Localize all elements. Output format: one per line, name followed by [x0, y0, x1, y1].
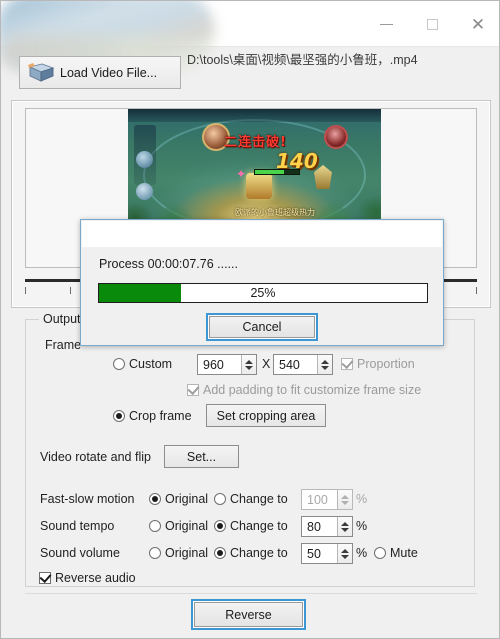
tempo-change-label: Change to	[230, 519, 288, 533]
footer-divider	[25, 593, 477, 594]
tempo-change-radio-mark	[214, 520, 226, 532]
crop-frame-radio-mark	[113, 410, 125, 422]
custom-height-arrows[interactable]	[317, 355, 332, 374]
progress-status-text: Process 00:00:07.76 ......	[99, 257, 238, 271]
motion-change-radio[interactable]: Change to	[214, 492, 288, 506]
motion-value-stepper[interactable]: 100	[301, 489, 353, 510]
add-padding-check-mark	[187, 384, 199, 396]
video-subtitle-text: 欧派的小鲁班超级热力	[235, 208, 315, 217]
mute-radio-mark	[374, 547, 386, 559]
motion-value-arrows[interactable]	[337, 490, 352, 509]
video-hero-sprite	[246, 173, 272, 199]
progress-bar: 25%	[98, 283, 428, 303]
cancel-button-focus-ring: Cancel	[206, 313, 318, 341]
video-game-topbar	[128, 109, 381, 122]
volume-value-stepper[interactable]: 50	[301, 543, 353, 564]
video-rotate-flip-label: Video rotate and flip	[40, 450, 151, 464]
custom-height-value: 540	[279, 357, 300, 372]
motion-original-label: Original	[165, 492, 209, 506]
proportion-label: Proportion	[357, 357, 415, 371]
cancel-button[interactable]: Cancel	[209, 316, 315, 338]
sound-volume-label: Sound volume	[40, 546, 120, 560]
tempo-original-label: Original	[165, 519, 209, 533]
volume-original-label: Original	[165, 546, 209, 560]
video-hud-icon-2	[136, 183, 153, 200]
tempo-original-radio[interactable]: Original	[149, 519, 208, 533]
progress-dialog: Process 00:00:07.76 ...... 25% Cancel	[80, 219, 444, 346]
window-controls: ✕	[363, 1, 499, 47]
motion-original-radio[interactable]: Original	[149, 492, 208, 506]
proportion-checkbox[interactable]: Proportion	[341, 357, 415, 371]
motion-value: 100	[307, 492, 328, 507]
motion-unit-label: %	[356, 492, 368, 506]
load-row: Load Video File... D:\tools\桌面\视频\最坚强的小鲁…	[1, 47, 499, 95]
size-separator-label: X	[262, 357, 271, 371]
motion-change-radio-mark	[214, 493, 226, 505]
mute-radio[interactable]: Mute	[374, 546, 418, 560]
reverse-audio-label: Reverse audio	[55, 571, 136, 585]
title-bar: ✕	[1, 1, 499, 69]
progress-dialog-titlebar	[82, 221, 442, 247]
load-video-file-button[interactable]: Load Video File...	[19, 56, 181, 89]
tempo-value-stepper[interactable]: 80	[301, 516, 353, 537]
motion-change-label: Change to	[230, 492, 288, 506]
crop-frame-label: Crop frame	[129, 409, 192, 423]
maximize-icon[interactable]	[409, 1, 455, 47]
video-star-effect: ✦	[236, 167, 247, 181]
rotate-set-button[interactable]: Set...	[164, 445, 239, 468]
add-padding-label: Add padding to fit customize frame size	[203, 383, 422, 397]
sound-tempo-label: Sound tempo	[40, 519, 115, 533]
volume-change-radio-mark	[214, 547, 226, 559]
video-health-bar	[254, 169, 300, 175]
motion-original-radio-mark	[149, 493, 161, 505]
volume-original-radio-mark	[149, 547, 161, 559]
volume-unit-label: %	[356, 546, 368, 560]
custom-height-stepper[interactable]: 540	[273, 354, 333, 375]
custom-width-value: 960	[203, 357, 224, 372]
volume-value: 50	[307, 546, 321, 561]
video-hud-icon-1	[136, 151, 153, 168]
book-icon	[26, 61, 56, 85]
volume-change-radio[interactable]: Change to	[214, 546, 288, 560]
custom-width-stepper[interactable]: 960	[197, 354, 257, 375]
volume-change-label: Change to	[230, 546, 288, 560]
reverse-audio-checkbox[interactable]: Reverse audio	[39, 571, 136, 585]
load-video-file-label: Load Video File...	[60, 65, 158, 80]
tempo-value-arrows[interactable]	[337, 517, 352, 536]
crop-frame-radio[interactable]: Crop frame	[113, 409, 192, 423]
file-path-text: D:\tools\桌面\视频\最坚强的小鲁班，.mp4	[187, 53, 418, 67]
volume-original-radio[interactable]: Original	[149, 546, 208, 560]
progress-percent-label: 25%	[250, 286, 276, 300]
close-icon[interactable]: ✕	[455, 1, 499, 47]
custom-size-radio[interactable]: Custom	[113, 357, 172, 371]
fast-slow-motion-label: Fast-slow motion	[40, 492, 135, 506]
tempo-unit-label: %	[356, 519, 368, 533]
tempo-value: 80	[307, 519, 321, 534]
app-window: ✕ Load Video File... D:\tools\桌面\视频\最坚强的…	[0, 0, 500, 639]
video-enemy-portrait	[324, 125, 348, 149]
custom-width-arrows[interactable]	[241, 355, 256, 374]
frame-size-label: Frame	[45, 338, 82, 352]
add-padding-checkbox[interactable]: Add padding to fit customize frame size	[187, 383, 421, 397]
set-cropping-area-button[interactable]: Set cropping area	[206, 404, 326, 427]
tempo-original-radio-mark	[149, 520, 161, 532]
volume-value-arrows[interactable]	[337, 544, 352, 563]
progress-dialog-body: Process 00:00:07.76 ...... 25% Cancel	[81, 247, 443, 345]
tempo-change-radio[interactable]: Change to	[214, 519, 288, 533]
reverse-audio-check-mark	[39, 572, 51, 584]
custom-radio-mark	[113, 358, 125, 370]
proportion-check-mark	[341, 358, 353, 370]
video-kill-banner: 二连击破!	[224, 135, 287, 150]
minimize-icon[interactable]	[363, 1, 409, 47]
custom-size-label: Custom	[129, 357, 173, 371]
mute-label: Mute	[390, 546, 418, 560]
reverse-button[interactable]: Reverse	[194, 602, 303, 627]
reverse-button-focus-ring: Reverse	[191, 599, 306, 630]
